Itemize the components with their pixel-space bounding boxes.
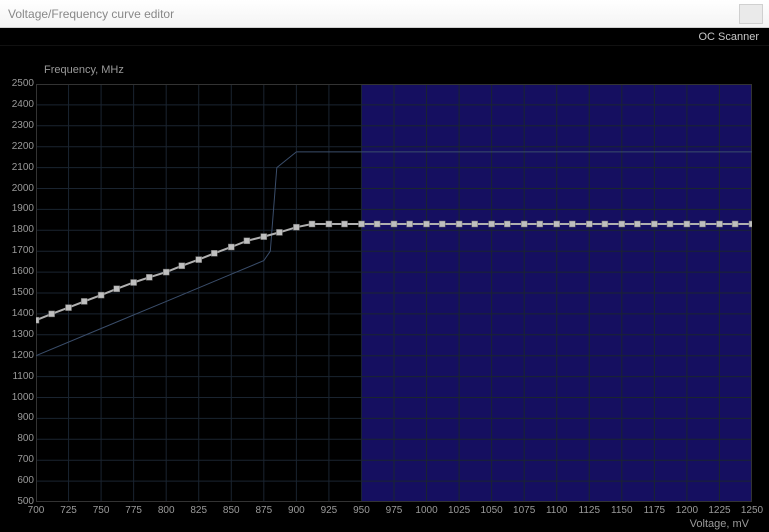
curve-point[interactable]: [537, 221, 543, 227]
vf-curve-plot[interactable]: [36, 84, 752, 502]
y-axis-label: Frequency, MHz: [44, 64, 124, 76]
curve-point[interactable]: [521, 221, 527, 227]
x-tick-label: 1075: [509, 505, 539, 516]
curve-point[interactable]: [717, 221, 723, 227]
y-tick-label: 600: [4, 475, 34, 486]
x-tick-label: 1200: [672, 505, 702, 516]
curve-point[interactable]: [472, 221, 478, 227]
x-axis-label: Voltage, mV: [690, 518, 749, 530]
y-tick-label: 1000: [4, 392, 34, 403]
chart-area: Frequency, MHz Voltage, mV 5006007008009…: [0, 46, 769, 532]
curve-point[interactable]: [456, 221, 462, 227]
x-tick-label: 875: [249, 505, 279, 516]
curve-point[interactable]: [293, 224, 299, 230]
curve-point[interactable]: [114, 286, 120, 292]
curve-point[interactable]: [424, 221, 430, 227]
curve-point[interactable]: [586, 221, 592, 227]
y-tick-label: 2200: [4, 141, 34, 152]
curve-point[interactable]: [261, 234, 267, 240]
y-tick-label: 800: [4, 433, 34, 444]
x-tick-label: 1225: [704, 505, 734, 516]
x-tick-label: 725: [54, 505, 84, 516]
curve-point[interactable]: [569, 221, 575, 227]
curve-point[interactable]: [211, 250, 217, 256]
y-tick-label: 1600: [4, 266, 34, 277]
curve-point[interactable]: [619, 221, 625, 227]
curve-point[interactable]: [391, 221, 397, 227]
x-tick-label: 1150: [607, 505, 637, 516]
curve-point[interactable]: [342, 221, 348, 227]
curve-point[interactable]: [602, 221, 608, 227]
x-tick-label: 1050: [477, 505, 507, 516]
y-tick-label: 1900: [4, 203, 34, 214]
curve-point[interactable]: [749, 221, 752, 227]
curve-point[interactable]: [244, 238, 250, 244]
x-tick-label: 925: [314, 505, 344, 516]
x-tick-label: 750: [86, 505, 116, 516]
y-tick-label: 2400: [4, 99, 34, 110]
curve-point[interactable]: [66, 305, 72, 311]
x-tick-label: 1175: [639, 505, 669, 516]
curve-point[interactable]: [163, 269, 169, 275]
curve-point[interactable]: [489, 221, 495, 227]
curve-point[interactable]: [81, 298, 87, 304]
x-tick-label: 1125: [574, 505, 604, 516]
curve-point[interactable]: [374, 221, 380, 227]
x-tick-label: 1100: [542, 505, 572, 516]
curve-point[interactable]: [98, 292, 104, 298]
y-tick-label: 2300: [4, 120, 34, 131]
curve-point[interactable]: [179, 263, 185, 269]
curve-point[interactable]: [196, 257, 202, 263]
y-tick-label: 1300: [4, 329, 34, 340]
y-tick-label: 900: [4, 412, 34, 423]
y-tick-label: 1500: [4, 287, 34, 298]
curve-point[interactable]: [131, 280, 137, 286]
x-tick-label: 700: [21, 505, 51, 516]
curve-point[interactable]: [49, 311, 55, 317]
curve-point[interactable]: [407, 221, 413, 227]
curve-point[interactable]: [359, 221, 365, 227]
y-tick-label: 700: [4, 454, 34, 465]
y-tick-label: 1800: [4, 224, 34, 235]
x-tick-label: 825: [184, 505, 214, 516]
curve-point[interactable]: [651, 221, 657, 227]
menubar: OC Scanner: [0, 28, 769, 46]
x-tick-label: 775: [119, 505, 149, 516]
window-control-button[interactable]: [739, 4, 763, 24]
x-tick-label: 900: [281, 505, 311, 516]
y-tick-label: 1200: [4, 350, 34, 361]
x-tick-label: 1250: [737, 505, 767, 516]
x-tick-label: 1025: [444, 505, 474, 516]
y-tick-label: 1400: [4, 308, 34, 319]
curve-point[interactable]: [326, 221, 332, 227]
curve-point[interactable]: [276, 229, 282, 235]
curve-point[interactable]: [684, 221, 690, 227]
y-tick-label: 2100: [4, 162, 34, 173]
x-tick-label: 975: [379, 505, 409, 516]
curve-point[interactable]: [700, 221, 706, 227]
curve-point[interactable]: [504, 221, 510, 227]
curve-point[interactable]: [634, 221, 640, 227]
y-tick-label: 2000: [4, 183, 34, 194]
curve-point[interactable]: [554, 221, 560, 227]
curve-point[interactable]: [667, 221, 673, 227]
y-tick-label: 2500: [4, 78, 34, 89]
x-tick-label: 1000: [412, 505, 442, 516]
curve-point[interactable]: [439, 221, 445, 227]
window-titlebar: Voltage/Frequency curve editor: [0, 0, 769, 28]
x-tick-label: 950: [346, 505, 376, 516]
y-tick-label: 1700: [4, 245, 34, 256]
curve-point[interactable]: [228, 244, 234, 250]
y-tick-label: 1100: [4, 371, 34, 382]
x-tick-label: 800: [151, 505, 181, 516]
curve-point[interactable]: [732, 221, 738, 227]
window-title: Voltage/Frequency curve editor: [8, 7, 174, 21]
x-tick-label: 850: [216, 505, 246, 516]
curve-point[interactable]: [36, 317, 39, 323]
curve-point[interactable]: [309, 221, 315, 227]
oc-scanner-button[interactable]: OC Scanner: [698, 31, 759, 43]
curve-point[interactable]: [146, 274, 152, 280]
